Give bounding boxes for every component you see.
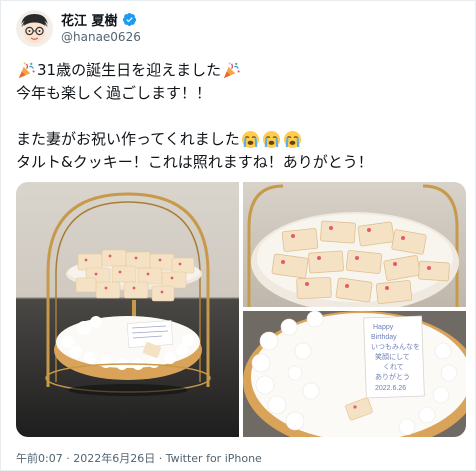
tweet-line-5-text: タルト&クッキー！これは照れますね！ありがとう！ — [16, 153, 373, 171]
plate-text-line5: くれて — [383, 363, 404, 371]
tweet-date[interactable]: 2022年6月26日 — [73, 452, 155, 465]
loudly-crying-face-icon — [283, 130, 302, 149]
display-name[interactable]: 花江 夏樹 — [61, 10, 118, 29]
tweet-meta: 午前0:07 · 2022年6月26日 · Twitter for iPhone — [16, 450, 262, 466]
plate-text-line4: 笑顔にして — [375, 352, 410, 361]
author-avatar[interactable] — [16, 10, 53, 47]
cookies-closeup-photo[interactable] — [243, 182, 466, 307]
tart-message-plate-photo[interactable]: Happy Birthday いつもみんなを 笑顔にして くれて ありがとう 2… — [243, 311, 466, 437]
tweet-line-1-text: 31歳の誕生日を迎えました — [37, 61, 222, 79]
plate-text-date: 2022.6.26 — [375, 385, 406, 392]
meta-separator: · — [158, 452, 163, 465]
plate-text-line3: いつもみんなを — [371, 343, 420, 351]
tweet-line-5: タルト&クッキー！これは照れますね！ありがとう！ — [16, 151, 466, 174]
tweet-source[interactable]: Twitter for iPhone — [166, 452, 262, 465]
media-grid: Happy Birthday いつもみんなを 笑顔にして くれて ありがとう 2… — [16, 182, 466, 437]
tweet-line-4-text: また妻がお祝い作ってくれました — [16, 130, 240, 148]
loudly-crying-face-icon — [262, 130, 281, 149]
author-block: 花江 夏樹 @hanae0626 — [61, 11, 141, 44]
party-popper-icon — [222, 61, 241, 80]
loudly-crying-face-icon — [241, 130, 260, 149]
tweet-text: 31歳の誕生日を迎えました 今年も楽しく過ごします！！ また妻がお祝い作ってくれ… — [16, 59, 466, 174]
plate-text-birthday: Birthday — [371, 334, 397, 341]
tweet-time[interactable]: 午前0:07 — [16, 452, 63, 465]
tweet-line-4: また妻がお祝い作ってくれました — [16, 128, 466, 151]
tweet-card: 花江 夏樹 @hanae0626 31歳の誕生日を迎えました 今年も楽しく過ごし… — [0, 0, 476, 471]
name-row: 花江 夏樹 — [61, 10, 141, 29]
tweet-line-1: 31歳の誕生日を迎えました — [16, 59, 466, 82]
tweet-line-2-text: 今年も楽しく過ごします！！ — [16, 84, 212, 102]
party-popper-icon — [17, 61, 36, 80]
tweet-line-2: 今年も楽しく過ごします！！ — [16, 82, 466, 105]
plate-text-line6: ありがとう — [375, 372, 410, 381]
meta-separator: · — [66, 452, 70, 465]
verified-badge-icon — [122, 12, 137, 27]
author-handle[interactable]: @hanae0626 — [61, 30, 141, 44]
tart-stand-photo[interactable] — [16, 182, 239, 437]
plate-text-happy: Happy — [373, 324, 394, 331]
